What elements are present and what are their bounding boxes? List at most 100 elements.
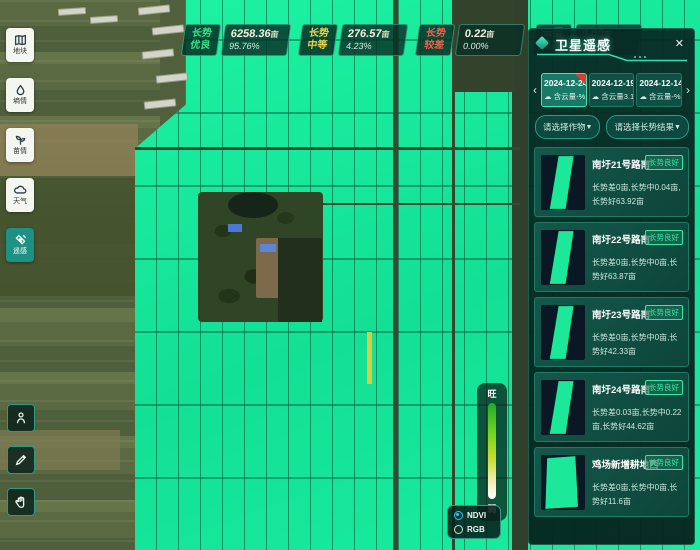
crop-select-dropdown[interactable]: 请选择作物 ▼ — [535, 115, 600, 139]
road — [135, 147, 520, 150]
date-tab-1[interactable]: 2024-12-24 ☁ 含云量-% — [541, 73, 587, 107]
legend-top-label: 旺 — [487, 387, 496, 400]
plant-icon — [14, 134, 27, 147]
dropdown-placeholder: 请选择长势结果 — [614, 121, 674, 133]
growth-status-badge: 长势良好 — [645, 155, 683, 170]
dropdown-placeholder: 请选择作物 — [543, 121, 586, 133]
chevron-down-icon: ▼ — [674, 124, 681, 131]
stat-unit: 亩 — [270, 30, 279, 39]
field-card[interactable]: 南圩21号路南 长势良好 长势差0亩,长势中0.04亩,长势好63.92亩 — [534, 147, 689, 217]
stat-label-badge: 长势优良 — [181, 24, 221, 56]
layer-option-ndvi[interactable]: NDVI — [454, 511, 494, 520]
blue-roof-building — [228, 224, 242, 232]
map-icon — [14, 34, 27, 47]
next-arrow-icon[interactable]: › — [684, 73, 692, 107]
yellow-field-strip — [367, 332, 372, 384]
legend-gradient-bar — [488, 403, 496, 499]
stat-area: 276.57 — [347, 28, 382, 40]
sidebar-item-label: 天气 — [13, 198, 27, 206]
stat-growth-excellent: 长势优良 6258.36亩 95.76% — [183, 24, 289, 56]
field-detail: 长势差0亩,长势中0.04亩,长势好63.92亩 — [592, 181, 683, 209]
droplet-icon — [14, 84, 27, 97]
layer-label: NDVI — [467, 511, 486, 520]
growth-result-dropdown[interactable]: 请选择长势结果 ▼ — [606, 115, 688, 139]
stat-value-box: 0.22亩 0.00% — [455, 24, 525, 56]
gem-icon — [535, 36, 549, 50]
sidebar-item-label: 遥感 — [13, 248, 27, 256]
tab-date: 2024-12-14 — [639, 78, 679, 88]
stat-growth-medium: 长势中等 276.57亩 4.23% — [300, 24, 406, 56]
dark-field — [278, 238, 322, 322]
field-card[interactable]: 南圩22号路南 长势良好 长势差0亩,长势中0亩,长势好63.87亩 — [534, 222, 689, 292]
growth-status-badge: 长势良好 — [645, 230, 683, 245]
field-thumbnail — [541, 230, 585, 285]
field-name: 南圩21号路南 — [592, 157, 650, 171]
stat-percent: 4.23% — [345, 41, 398, 51]
stat-unit: 亩 — [486, 30, 495, 39]
date-tabs: ‹ 2024-12-24 ☁ 含云量-% 2024-12-19 ☁ 含云量3.1… — [529, 67, 694, 107]
growth-status-badge: 长势良好 — [645, 380, 683, 395]
field-detail: 长势差0.03亩,长势中0.22亩,长势好44.62亩 — [592, 406, 683, 434]
field-thumbnail — [541, 380, 585, 435]
pond — [228, 192, 278, 218]
header-dots-decoration — [634, 56, 646, 58]
header-swoosh-decoration — [537, 53, 687, 62]
cloud-amount: 含云量-% — [554, 92, 586, 101]
tab-date: 2024-12-19 — [592, 78, 632, 88]
chevron-down-icon: ▼ — [586, 124, 593, 131]
prev-arrow-icon[interactable]: ‹ — [531, 73, 539, 107]
field-name: 南圩24号路南 — [592, 382, 650, 396]
stat-value-box: 276.57亩 4.23% — [338, 24, 408, 56]
stat-growth-poor: 长势较差 0.22亩 0.00% — [417, 24, 523, 56]
cloud-amount: 含云量-% — [649, 92, 681, 101]
field-card[interactable]: 鸡场新增耕地西 长势良好 长势差0亩,长势中0亩,长势好11.6亩 — [534, 447, 689, 517]
field-card[interactable]: 南圩23号路南 长势良好 长势差0亩,长势中0亩,长势好42.33亩 — [534, 297, 689, 367]
field-card[interactable]: 南圩24号路南 长势良好 长势差0.03亩,长势中0.22亩,长势好44.62亩 — [534, 372, 689, 442]
sidebar-item-seedling[interactable]: 苗情 — [6, 128, 34, 162]
date-tab-3[interactable]: 2024-12-14 ☁ 含云量-% — [636, 73, 682, 107]
cloud-amount: 含云量3.13% — [601, 92, 634, 101]
sidebar-item-soil-moisture[interactable]: 墒情 — [6, 78, 34, 112]
hand-icon — [14, 495, 28, 509]
pencil-icon — [14, 453, 28, 467]
panel-header: 卫星遥感 ✕ — [529, 29, 694, 67]
close-icon[interactable]: ✕ — [675, 39, 684, 49]
field-name: 南圩23号路南 — [592, 307, 650, 321]
field-thumbnail — [541, 155, 585, 210]
blue-roof-building — [260, 244, 276, 252]
layer-label: RGB — [467, 525, 485, 534]
stat-area: 6258.36 — [230, 28, 271, 40]
filter-row: 请选择作物 ▼ 请选择长势结果 ▼ — [529, 107, 694, 145]
road — [393, 0, 398, 550]
stat-percent: 95.76% — [228, 41, 281, 51]
layer-option-rgb[interactable]: RGB — [454, 525, 494, 534]
sidebar-item-plots[interactable]: 地块 — [6, 28, 34, 62]
ndvi-legend: 旺 弱 — [477, 383, 507, 521]
radio-selected-icon — [454, 511, 463, 520]
satellite-panel: 卫星遥感 ✕ ‹ 2024-12-24 ☁ 含云量-% 2024-12-19 ☁… — [528, 28, 695, 545]
tab-date: 2024-12-24 — [544, 78, 584, 88]
sidebar-item-remote-sensing[interactable]: 遥感 — [6, 228, 34, 262]
tool-draw-button[interactable] — [7, 446, 35, 474]
sidebar-item-label: 苗情 — [13, 148, 27, 156]
layer-switch: NDVI RGB — [447, 505, 501, 539]
tool-pan-button[interactable] — [7, 488, 35, 516]
panel-title: 卫星遥感 — [555, 35, 688, 54]
field-detail: 长势差0亩,长势中0亩,长势好11.6亩 — [592, 481, 683, 509]
sidebar-item-weather[interactable]: 天气 — [6, 178, 34, 212]
sidebar-item-label: 地块 — [13, 48, 27, 56]
stat-percent: 0.00% — [462, 41, 515, 51]
satellite-icon — [14, 234, 27, 247]
date-tab-2[interactable]: 2024-12-19 ☁ 含云量3.13% — [589, 73, 635, 107]
cloud-icon: ☁ — [639, 92, 647, 101]
field-thumbnail — [541, 305, 585, 360]
cloud-icon: ☁ — [592, 92, 600, 101]
stat-label-badge: 长势中等 — [298, 24, 338, 56]
tool-streetview-button[interactable] — [7, 404, 35, 432]
map-tools — [7, 404, 35, 516]
field-name: 南圩22号路南 — [592, 232, 650, 246]
sidebar-item-label: 墒情 — [13, 98, 27, 106]
person-icon — [14, 411, 28, 425]
stat-unit: 亩 — [381, 30, 390, 39]
radio-unselected-icon — [454, 525, 463, 534]
